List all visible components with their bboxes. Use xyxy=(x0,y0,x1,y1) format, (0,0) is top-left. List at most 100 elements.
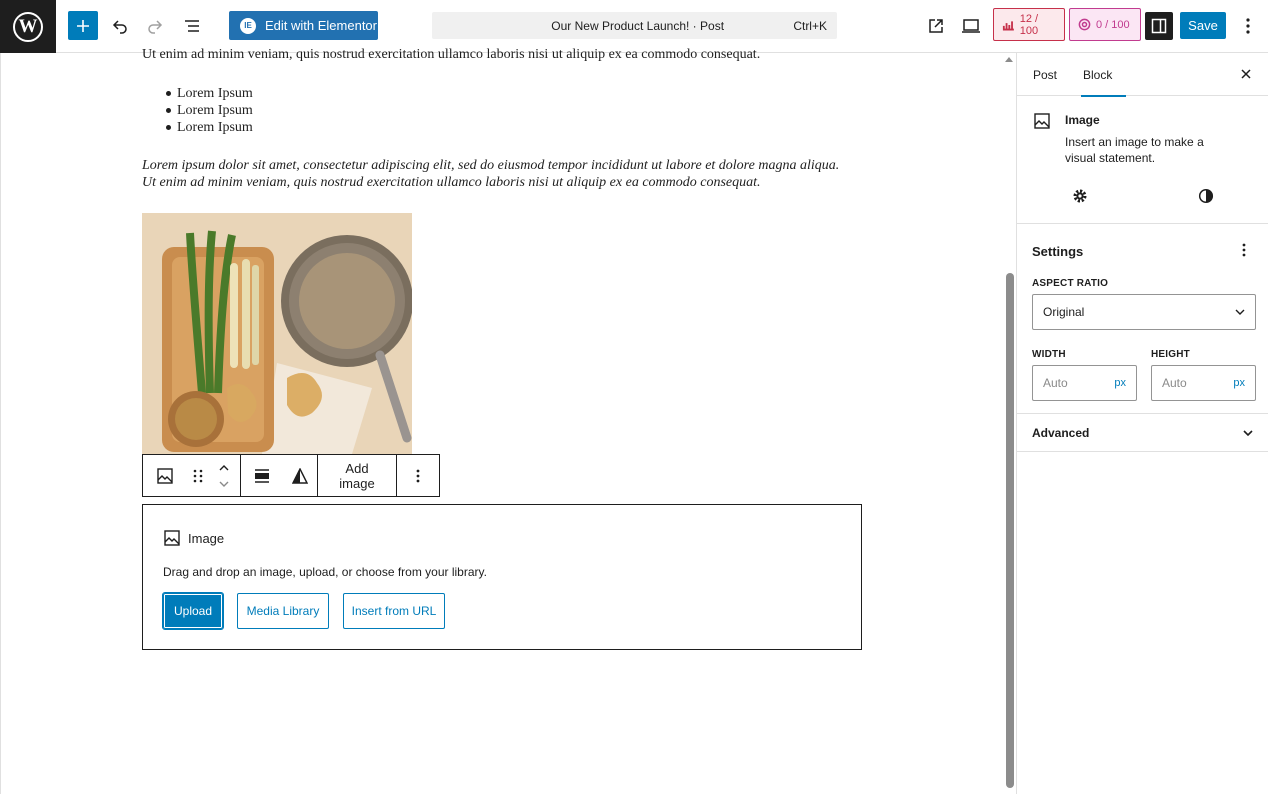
command-shortcut: Ctrl+K xyxy=(793,18,827,33)
chevron-down-icon xyxy=(1243,429,1253,436)
redo-button[interactable] xyxy=(141,12,169,40)
food-photo-image xyxy=(142,213,412,454)
canvas-scrollbar[interactable] xyxy=(1006,273,1014,788)
height-label: HEIGHT xyxy=(1151,349,1190,360)
redo-icon xyxy=(148,20,163,34)
readability-score-badge[interactable]: 0 / 100 xyxy=(1069,8,1141,41)
drag-handle-icon xyxy=(193,469,203,482)
gear-icon xyxy=(1073,189,1087,203)
view-post-button[interactable] xyxy=(922,12,950,40)
sidebar-icon xyxy=(1151,18,1167,34)
image-icon xyxy=(164,530,180,546)
block-card-title: Image xyxy=(1065,113,1100,127)
desktop-icon xyxy=(962,19,980,33)
move-up-down-button[interactable] xyxy=(209,455,239,496)
align-button[interactable] xyxy=(241,455,283,496)
more-vertical-icon xyxy=(1246,18,1250,34)
height-placeholder: Auto xyxy=(1162,376,1187,390)
settings-panel-title: Settings xyxy=(1032,244,1084,259)
list-item[interactable]: Lorem Ipsum xyxy=(166,119,253,136)
tab-block[interactable]: Block xyxy=(1080,53,1127,97)
readability-score-text: 0 / 100 xyxy=(1096,18,1130,31)
italic-paragraph-block[interactable]: Lorem ipsum dolor sit amet, consectetur … xyxy=(142,157,872,191)
seo-score-text: 12 / 100 xyxy=(1019,12,1039,37)
italic-line: Ut enim ad minim veniam, quis nostrud ex… xyxy=(142,175,761,190)
height-input[interactable]: Auto px xyxy=(1151,365,1256,401)
block-type-button[interactable] xyxy=(143,455,187,496)
command-palette-bar[interactable]: Our New Product Launch! · Post Ctrl+K xyxy=(432,12,837,39)
advanced-label: Advanced xyxy=(1032,425,1090,440)
block-toolbar-group xyxy=(143,455,241,496)
edit-with-elementor-button[interactable]: IE Edit with Elementor xyxy=(229,11,378,40)
options-menu-button[interactable] xyxy=(1234,12,1262,40)
wordpress-icon: W xyxy=(13,11,43,42)
seo-chart-icon xyxy=(1002,20,1014,30)
duotone-filter-icon xyxy=(292,467,308,484)
more-vertical-icon xyxy=(416,469,420,482)
add-image-button[interactable]: Add image xyxy=(318,455,396,496)
undo-button[interactable] xyxy=(106,12,134,40)
paragraph-block[interactable]: Ut enim ad minim veniam, quis nostrud ex… xyxy=(142,46,760,63)
insert-from-url-button[interactable]: Insert from URL xyxy=(343,593,445,629)
image-block-photo[interactable] xyxy=(142,213,412,454)
chevron-down-icon xyxy=(1235,309,1245,315)
aspect-ratio-label: ASPECT RATIO xyxy=(1032,278,1109,289)
external-link-icon xyxy=(929,19,943,33)
height-unit-select[interactable]: px xyxy=(1233,377,1245,389)
width-label: WIDTH xyxy=(1032,349,1066,360)
settings-panel: Settings ASPECT RATIO Original WIDTH HEI… xyxy=(1017,224,1268,414)
italic-line: Lorem ipsum dolor sit amet, consectetur … xyxy=(142,158,840,173)
close-icon xyxy=(1241,69,1251,79)
tab-block-styles[interactable] xyxy=(1192,182,1220,210)
sidebar-tabs: Post Block xyxy=(1017,53,1268,97)
upload-button[interactable]: Upload xyxy=(162,592,224,630)
block-toolbar-group xyxy=(397,455,439,496)
settings-sidebar: Post Block Image Insert an image to make… xyxy=(1016,53,1268,794)
document-title: Our New Product Launch! · Post xyxy=(551,18,725,33)
document-overview-button[interactable] xyxy=(178,12,206,40)
width-input[interactable]: Auto px xyxy=(1032,365,1137,401)
image-placeholder[interactable]: Image Drag and drop an image, upload, or… xyxy=(142,504,862,650)
elementor-icon: IE xyxy=(240,17,256,34)
placeholder-title: Image xyxy=(188,530,225,546)
chevron-up-down-icon xyxy=(219,464,229,487)
scroll-up-arrow-icon[interactable] xyxy=(1005,57,1013,62)
list-item[interactable]: Lorem Ipsum xyxy=(166,102,253,119)
block-card-description: Insert an image to make a visual stateme… xyxy=(1065,135,1204,165)
add-block-button[interactable] xyxy=(68,11,98,40)
aspect-ratio-value: Original xyxy=(1043,305,1085,319)
drag-handle[interactable] xyxy=(187,455,209,496)
block-toolbar: Add image xyxy=(142,454,440,497)
aspect-ratio-select[interactable]: Original xyxy=(1032,294,1256,330)
list-block[interactable]: Lorem Ipsum Lorem Ipsum Lorem Ipsum xyxy=(166,85,253,136)
block-card: Image Insert an image to make a visual s… xyxy=(1017,96,1268,224)
settings-options-button[interactable] xyxy=(1232,238,1256,262)
block-toolbar-group: Add image xyxy=(318,455,397,496)
list-item[interactable]: Lorem Ipsum xyxy=(166,85,253,102)
media-library-button[interactable]: Media Library xyxy=(237,593,329,629)
tab-block-settings[interactable] xyxy=(1066,182,1094,210)
width-placeholder: Auto xyxy=(1043,376,1068,390)
close-sidebar-button[interactable] xyxy=(1238,66,1254,82)
more-vertical-icon xyxy=(1242,243,1246,257)
at-sign-icon xyxy=(1078,18,1091,31)
placeholder-instructions: Drag and drop an image, upload, or choos… xyxy=(163,565,487,579)
placeholder-header: Image xyxy=(163,529,224,547)
seo-score-badge[interactable]: 12 / 100 xyxy=(993,8,1065,41)
block-toolbar-group xyxy=(241,455,318,496)
save-button[interactable]: Save xyxy=(1180,12,1226,39)
settings-sidebar-toggle[interactable] xyxy=(1145,12,1173,40)
apply-duotone-button[interactable] xyxy=(283,455,317,496)
list-view-icon xyxy=(185,20,199,32)
wordpress-logo-button[interactable]: W xyxy=(0,0,56,53)
align-none-icon xyxy=(255,468,269,483)
image-icon xyxy=(157,467,173,484)
tab-post[interactable]: Post xyxy=(1033,53,1057,96)
block-options-button[interactable] xyxy=(397,455,439,496)
elementor-label: Edit with Elementor xyxy=(265,18,377,33)
device-preview-button[interactable] xyxy=(957,12,985,40)
advanced-panel-toggle[interactable]: Advanced xyxy=(1017,414,1268,452)
contrast-icon xyxy=(1198,188,1214,204)
width-unit-select[interactable]: px xyxy=(1114,377,1126,389)
image-icon xyxy=(1033,112,1051,135)
